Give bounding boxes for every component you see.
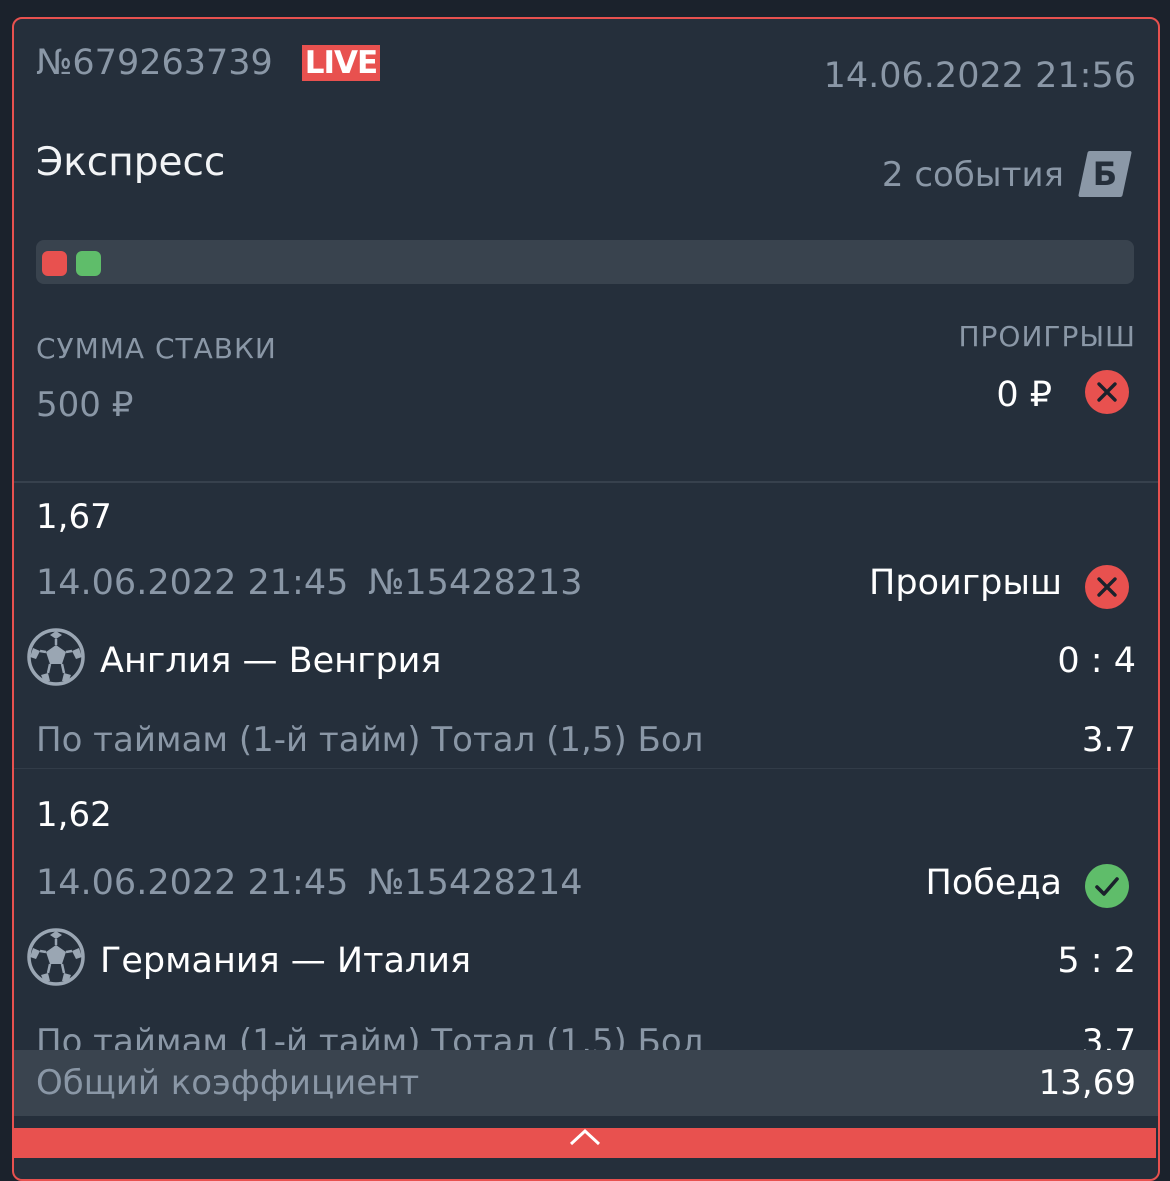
event-match: Англия — Венгрия [100, 641, 442, 681]
stake-value: 500 ₽ [36, 385, 134, 425]
loss-icon [1084, 564, 1130, 610]
bet-type: Экспресс [36, 140, 226, 185]
chevron-up-icon [569, 1128, 601, 1146]
event-match: Германия — Италия [100, 941, 472, 981]
total-odds-label: Общий коэффициент [36, 1063, 420, 1103]
event-divider [14, 768, 1158, 769]
event-number: №15428214 [368, 863, 583, 903]
check-icon [1084, 863, 1130, 909]
event-market: По таймам (1-й тайм) Тотал (1,5) Бол [36, 720, 704, 760]
progress-dot-win [76, 251, 101, 276]
result-value: 0 ₽ [996, 375, 1052, 415]
events-count: 2 события [881, 155, 1064, 195]
event-status-label: Проигрыш [869, 563, 1062, 603]
live-badge: LIVE [302, 45, 380, 81]
event-market-odds: 3.7 [1081, 720, 1136, 760]
bet-type-badge-label: Б [1092, 155, 1118, 193]
result-label: ПРОИГРЫШ [958, 320, 1136, 353]
section-divider [14, 481, 1158, 483]
soccer-ball-icon [26, 627, 86, 687]
event-datetime: 14.06.2022 21:45 [36, 563, 349, 603]
bet-type-badge: Б [1078, 151, 1132, 197]
event-datetime: 14.06.2022 21:45 [36, 863, 349, 903]
event-score: 5 : 2 [1057, 941, 1136, 981]
soccer-ball-icon [26, 927, 86, 987]
bet-number: №679263739 [36, 43, 273, 83]
collapse-button[interactable] [14, 1128, 1156, 1158]
event-number: №15428213 [368, 563, 583, 603]
loss-icon [1084, 369, 1130, 415]
event-odds: 1,62 [36, 795, 112, 835]
progress-dot-loss [42, 251, 67, 276]
event-status-label: Победа [925, 863, 1063, 903]
event-odds: 1,67 [36, 497, 112, 537]
bet-card[interactable]: №679263739 LIVE 14.06.2022 21:56 Экспрес… [12, 17, 1160, 1181]
total-odds-value: 13,69 [1038, 1063, 1136, 1103]
bet-datetime: 14.06.2022 21:56 [823, 56, 1136, 96]
stake-label: СУММА СТАВКИ [36, 332, 277, 365]
total-odds-bar: Общий коэффициент 13,69 [14, 1050, 1158, 1116]
event-score: 0 : 4 [1057, 641, 1136, 681]
events-progress-track [36, 240, 1134, 284]
